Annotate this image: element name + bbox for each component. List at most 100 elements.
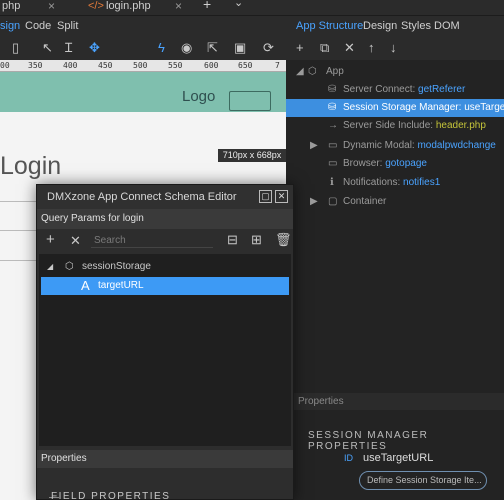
tree-item-label: Browser:: [343, 158, 386, 169]
tree-item-value: useTargetURL: [464, 102, 504, 113]
tree-item-label: Session Storage Manager:: [343, 102, 465, 113]
ruler-label: 00: [0, 61, 10, 70]
ruler-label: 550: [168, 61, 183, 70]
ruler-label: 500: [133, 61, 148, 70]
cube-icon: ⬡: [308, 66, 317, 77]
add-icon[interactable]: +: [296, 41, 304, 55]
define-session-storage-button[interactable]: Define Session Storage Ite...: [359, 471, 487, 490]
tree-item-label: Dynamic Modal:: [343, 140, 418, 151]
tree-item[interactable]: → Server Side Include: header.php: [286, 117, 504, 135]
maximize-icon[interactable]: ▢: [259, 190, 272, 203]
tree-item[interactable]: ⛁ Server Connect: getReferer: [286, 81, 504, 99]
tree-item[interactable]: ▶ ▢ Container: [286, 193, 504, 211]
query-params-header: Query Params for login: [37, 209, 293, 229]
close-icon[interactable]: ×: [175, 0, 182, 16]
move-down-icon[interactable]: ↓: [390, 41, 397, 55]
tree-item-text: Server Side Include: header.php: [343, 117, 486, 135]
move-up-icon[interactable]: ↑: [368, 41, 375, 55]
tab-dom[interactable]: DOM: [434, 20, 460, 32]
ruler-label: 350: [28, 61, 43, 70]
tree-item-value: getReferer: [418, 84, 466, 95]
tree-item[interactable]: ▶ ▭ Dynamic Modal: modalpwdchange: [286, 137, 504, 155]
delete-icon[interactable]: ✕: [344, 41, 355, 55]
mode-code[interactable]: Code: [25, 20, 51, 32]
tree-item-value: gotopage: [385, 158, 427, 169]
arrow-icon: →: [328, 120, 338, 131]
expand-arrow-icon[interactable]: ▶: [310, 137, 318, 155]
dialog-properties-label: Properties: [41, 453, 87, 464]
database-icon: ⛁: [328, 84, 337, 95]
add-icon[interactable]: +: [46, 232, 55, 247]
copy-icon[interactable]: ⧉: [320, 41, 329, 55]
tree-item-value: notifies1: [403, 177, 441, 188]
database-icon: ⛁: [328, 102, 337, 113]
schema-tree: ◢ ⬡ sessionStorage A targetURL: [39, 254, 291, 446]
tree-item[interactable]: ℹ Notifications: notifies1: [286, 174, 504, 192]
modal-icon: ▭: [328, 140, 338, 151]
ruler-label: 400: [63, 61, 78, 70]
expand-all-icon[interactable]: ⊞: [251, 233, 262, 247]
trash-icon[interactable]: 🗑: [275, 233, 292, 247]
inspect-icon[interactable]: ▣: [234, 41, 246, 55]
mode-design[interactable]: sign: [0, 20, 20, 32]
tree-item-label: Notifications:: [343, 177, 404, 188]
tree-item-text: Container: [343, 193, 386, 211]
add-tab-icon[interactable]: +: [203, 0, 211, 14]
dialog-properties-header: Properties: [37, 450, 293, 468]
schema-node[interactable]: ◢ ⬡ sessionStorage: [41, 258, 289, 276]
collapse-arrow-icon[interactable]: ◢: [296, 63, 304, 81]
expand-arrow-icon[interactable]: ▶: [310, 193, 318, 211]
tab-label: login.php: [106, 0, 151, 12]
collapse-arrow-icon[interactable]: ◢: [47, 258, 53, 276]
share-icon[interactable]: ⇱: [207, 41, 218, 55]
chevron-down-icon[interactable]: ⌄: [234, 0, 243, 13]
tree-item-value: modalpwdchange: [417, 140, 496, 151]
search-input[interactable]: [91, 234, 213, 248]
properties-header-label: Properties: [298, 396, 344, 407]
tab-styles[interactable]: Styles: [401, 20, 431, 32]
storage-icon: ⬡: [65, 261, 74, 272]
tab-bar: php × </> login.php × + ⌄: [0, 0, 504, 16]
dialog-titlebar[interactable]: DMXzone App Connect Schema Editor ▢ ✕: [37, 185, 293, 209]
remove-icon[interactable]: ✕: [70, 234, 81, 248]
text-cursor-icon[interactable]: Ɪ: [65, 41, 72, 55]
eye-icon[interactable]: ◉: [181, 41, 192, 55]
ruler-label: 450: [98, 61, 113, 70]
tab-design[interactable]: Design: [363, 20, 397, 32]
schema-editor-dialog: DMXzone App Connect Schema Editor ▢ ✕ Qu…: [36, 184, 294, 500]
tree-root-app[interactable]: ◢ ⬡ App: [286, 63, 504, 81]
id-value[interactable]: useTargetURL: [363, 452, 433, 464]
tree-item[interactable]: ▭ Browser: gotopage: [286, 155, 504, 173]
refresh-icon[interactable]: ⟳: [263, 41, 274, 55]
tree-item-text: Browser: gotopage: [343, 155, 427, 173]
container-icon: ▢: [328, 196, 338, 207]
close-icon[interactable]: ✕: [275, 190, 288, 203]
structure-toolbar: + ⧉ ✕ ↑ ↓: [286, 38, 504, 60]
tree-item-text: Session Storage Manager: useTargetURL: [343, 99, 504, 117]
menu-toggle[interactable]: [229, 91, 271, 111]
field-properties-title: FIELD PROPERTIES: [51, 491, 171, 500]
tree-item-text: Server Connect: getReferer: [343, 81, 465, 99]
cursor-icon[interactable]: ↖: [42, 41, 53, 55]
lightning-icon[interactable]: ϟ: [158, 41, 165, 55]
tree-item-value: header.php: [435, 120, 486, 131]
tree-item-selected[interactable]: ⛁ Session Storage Manager: useTargetURL: [286, 99, 504, 117]
move-icon[interactable]: ✥: [89, 41, 100, 55]
dialog-toolbar: + ✕ ⊟ ⊞ 🗑: [37, 229, 293, 253]
tree-item-label: Server Side Include:: [343, 120, 436, 131]
tab-app-structure[interactable]: App Structure: [296, 20, 363, 32]
tree-item-label: Server Connect:: [343, 84, 419, 95]
tab-php[interactable]: php: [2, 0, 20, 16]
mode-split[interactable]: Split: [57, 20, 78, 32]
tab-login-php[interactable]: login.php: [106, 0, 151, 16]
ruler-label: 650: [238, 61, 253, 70]
browser-icon: ▭: [328, 158, 338, 169]
close-icon[interactable]: ×: [48, 0, 55, 16]
ruler-label: 7: [275, 61, 280, 70]
schema-node-selected[interactable]: A targetURL: [41, 277, 289, 295]
collapse-all-icon[interactable]: ⊟: [227, 233, 238, 247]
device-icon[interactable]: ▯: [12, 41, 19, 55]
viewport-size-badge: 710px x 668px: [218, 149, 286, 162]
tree-item-text: Notifications: notifies1: [343, 174, 440, 192]
ruler-label: 600: [204, 61, 219, 70]
